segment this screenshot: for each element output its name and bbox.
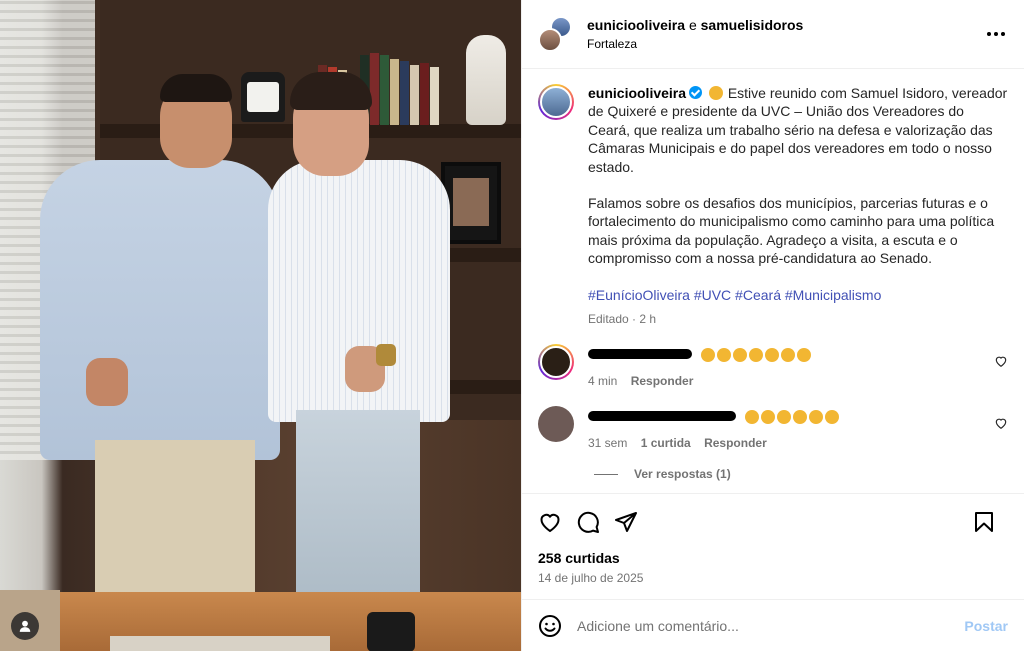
more-options-button[interactable]: [984, 24, 1008, 44]
photo-frame: [441, 162, 501, 244]
like-comment-heart-icon[interactable]: [994, 416, 1008, 430]
like-heart-icon[interactable]: [538, 510, 562, 534]
header-usernames: euniciooliveira e samuelisidoros: [587, 16, 803, 34]
comments-scroll-area[interactable]: euniciooliveira Estive reunido com Samue…: [522, 69, 1024, 493]
handshake-emoji-icon: [708, 86, 723, 100]
comment-reply-button[interactable]: Responder: [631, 374, 694, 388]
phone-on-desk: [367, 612, 415, 651]
post-header: euniciooliveira e samuelisidoros Fortale…: [522, 0, 1024, 69]
header-username-2[interactable]: samuelisidoros: [701, 17, 804, 33]
comment-bubble-icon[interactable]: [576, 510, 600, 534]
caption-text-2: Falamos sobre os desafios dos municípios…: [588, 195, 995, 267]
caption-hashtags[interactable]: #EunícioOliveira #UVC #Ceará #Municipali…: [588, 286, 1008, 304]
replies-divider: [594, 473, 618, 475]
post-date[interactable]: 14 de julho de 2025: [522, 571, 1024, 585]
desk-clock: [241, 72, 285, 122]
like-comment-heart-icon[interactable]: [994, 354, 1008, 368]
commenter-avatar[interactable]: [538, 344, 574, 381]
comment-meta: 31 sem 1 curtida Responder: [588, 436, 988, 450]
comment-time: 4 min: [588, 374, 618, 389]
comment-text: [588, 346, 988, 364]
statue: [466, 35, 506, 125]
view-replies-button[interactable]: Ver respostas (1): [594, 467, 1008, 481]
more-icon-dot: [1001, 32, 1005, 36]
person-left-hair: [160, 74, 232, 102]
post-modal: euniciooliveira e samuelisidoros Fortale…: [0, 0, 1024, 651]
comment-time: 31 sem: [588, 436, 628, 451]
comment-body: 31 sem 1 curtida Responder: [588, 406, 988, 450]
comment-item: 31 sem 1 curtida Responder: [538, 406, 1008, 450]
post-photo[interactable]: [0, 0, 521, 651]
comment-input[interactable]: Adicione um comentário...: [577, 618, 964, 634]
user-icon: [19, 620, 31, 632]
commenter-username-redacted[interactable]: [588, 349, 692, 360]
commenter-avatar[interactable]: [538, 406, 574, 443]
tagged-users-button[interactable]: [11, 612, 39, 640]
emoji-smile-icon[interactable]: [538, 614, 562, 638]
avatar[interactable]: [538, 28, 562, 52]
header-connector: e: [688, 17, 697, 33]
comment-body: 4 min Responder: [588, 344, 988, 388]
person-left-shirt: [40, 160, 280, 460]
caption: euniciooliveira Estive reunido com Samue…: [538, 84, 1008, 328]
post-comment-button[interactable]: Postar: [964, 618, 1008, 634]
person-left-thumbs-up: [86, 358, 128, 406]
save-bookmark-icon[interactable]: [972, 510, 996, 534]
caption-username[interactable]: euniciooliveira: [588, 85, 686, 101]
collab-avatars[interactable]: [538, 16, 574, 52]
comment-text: [588, 408, 988, 426]
more-icon-dot: [994, 32, 998, 36]
caption-avatar[interactable]: [538, 84, 574, 120]
commenter-username-redacted[interactable]: [588, 411, 736, 422]
likes-count[interactable]: 258 curtidas: [522, 549, 1024, 567]
caption-meta: Editado · 2 h: [588, 312, 657, 327]
comment-item: 4 min Responder: [538, 344, 1008, 388]
add-comment-bar: Adicione um comentário... Postar: [522, 599, 1024, 651]
wristwatch: [376, 344, 396, 366]
view-replies-label: Ver respostas (1): [634, 467, 731, 482]
post-actions: [522, 493, 1024, 549]
header-username-1[interactable]: euniciooliveira: [587, 17, 685, 33]
desk-paper: [110, 636, 330, 651]
person-left-pants: [95, 440, 255, 595]
verified-badge-icon: [689, 86, 703, 99]
comment-likes[interactable]: 1 curtida: [641, 436, 691, 450]
comment-meta: 4 min Responder: [588, 374, 988, 388]
post-details-panel: euniciooliveira e samuelisidoros Fortale…: [521, 0, 1024, 651]
header-info: euniciooliveira e samuelisidoros Fortale…: [587, 16, 803, 52]
location-link[interactable]: Fortaleza: [587, 36, 803, 52]
comment-reply-button[interactable]: Responder: [704, 436, 767, 450]
person-right-pants: [296, 410, 420, 595]
person-right-hair: [290, 72, 372, 110]
share-paper-plane-icon[interactable]: [614, 510, 638, 534]
caption-body: euniciooliveira Estive reunido com Samue…: [588, 84, 1008, 328]
more-icon: [987, 32, 991, 36]
